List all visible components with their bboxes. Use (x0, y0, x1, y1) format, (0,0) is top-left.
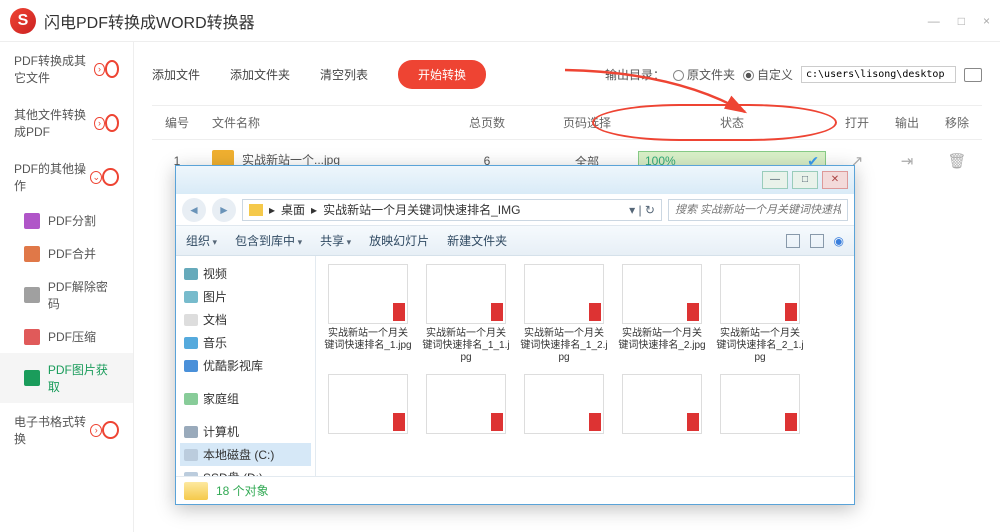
folder-icon (184, 482, 208, 500)
forward-button[interactable]: ► (212, 198, 236, 222)
file-item[interactable] (618, 374, 706, 438)
col-pages: 总页数 (432, 114, 542, 131)
tree-homegroup[interactable]: 家庭组 (180, 387, 311, 410)
col-filename: 文件名称 (202, 114, 432, 131)
add-file-button[interactable]: 添加文件 (152, 66, 200, 83)
app-logo-icon: S (10, 8, 36, 34)
address-bar[interactable]: ▸ 桌面▸ 实战新站一个月关键词快速排名_IMG ▾ | ↻ (242, 199, 662, 221)
explorer-toolbar: 组织 包含到库中 共享 放映幻灯片 新建文件夹 ◉ (176, 226, 854, 256)
chevron-icon: › (94, 63, 104, 76)
tree-computer[interactable]: 计算机 (180, 420, 311, 443)
file-item[interactable]: 实战新站一个月关键词快速排名_1_2.jpg (520, 264, 608, 364)
computer-icon (184, 426, 198, 438)
music-icon (184, 337, 198, 349)
titlebar: S 闪电PDF转换成WORD转换器 — □ × (0, 0, 1000, 42)
file-item[interactable]: 实战新站一个月关键词快速排名_1.jpg (324, 264, 412, 364)
sidebar-group-pdf-ops[interactable]: PDF的其他操作⌄ (0, 150, 133, 204)
sidebar: PDF转换成其它文件› 其他文件转换成PDF› PDF的其他操作⌄ PDF分割 … (0, 42, 134, 532)
explorer-minimize-button[interactable]: — (762, 171, 788, 189)
tree-youku[interactable]: 优酷影视库 (180, 354, 311, 377)
chevron-icon: › (94, 117, 104, 130)
delete-icon[interactable]: 🗑 (947, 153, 966, 170)
video-icon (184, 268, 198, 280)
explorer-maximize-button[interactable]: □ (792, 171, 818, 189)
col-number: 编号 (152, 114, 202, 131)
minimize-button[interactable]: — (928, 14, 940, 28)
new-folder-button[interactable]: 新建文件夹 (447, 232, 507, 249)
tree-music[interactable]: 音乐 (180, 331, 311, 354)
unlock-icon (24, 287, 40, 303)
col-output: 输出 (882, 114, 932, 131)
tree-videos[interactable]: 视频 (180, 262, 311, 285)
file-item[interactable] (324, 374, 412, 438)
docs-icon (184, 314, 198, 326)
sidebar-item-merge[interactable]: PDF合并 (0, 237, 133, 270)
pictures-icon (184, 291, 198, 303)
drive-icon (184, 449, 198, 461)
file-item[interactable] (520, 374, 608, 438)
output-path-input[interactable] (801, 66, 956, 83)
sidebar-group-other-to-pdf[interactable]: 其他文件转换成PDF› (0, 96, 133, 150)
tree-pictures[interactable]: 图片 (180, 285, 311, 308)
sidebar-group-ebook[interactable]: 电子书格式转换› (0, 403, 133, 457)
radio-source-folder[interactable]: 原文件夹 (673, 66, 735, 83)
explorer-tree: 视频 图片 文档 音乐 优酷影视库 家庭组 计算机 本地磁盘 (C:) SSD盘… (176, 256, 316, 476)
app-title: 闪电PDF转换成WORD转换器 (44, 9, 255, 33)
clear-list-button[interactable]: 清空列表 (320, 66, 368, 83)
explorer-files: 实战新站一个月关键词快速排名_1.jpg 实战新站一个月关键词快速排名_1_1.… (316, 256, 854, 476)
homegroup-icon (184, 393, 198, 405)
back-button[interactable]: ◄ (182, 198, 206, 222)
chevron-down-icon: ⌄ (90, 171, 102, 184)
tree-d-drive[interactable]: SSD盘 (D:) (180, 466, 311, 476)
sidebar-item-unlock[interactable]: PDF解除密码 (0, 270, 133, 320)
help-icon[interactable]: ◉ (834, 234, 844, 248)
share-menu[interactable]: 共享 (320, 232, 351, 249)
sidebar-item-compress[interactable]: PDF压缩 (0, 320, 133, 353)
col-open: 打开 (832, 114, 882, 131)
slideshow-button[interactable]: 放映幻灯片 (369, 232, 429, 249)
compress-icon (24, 329, 40, 345)
file-item[interactable]: 实战新站一个月关键词快速排名_2_1.jpg (716, 264, 804, 364)
explorer-window: — □ ✕ ◄ ► ▸ 桌面▸ 实战新站一个月关键词快速排名_IMG ▾ | ↻… (175, 165, 855, 505)
col-page-select: 页码选择 (542, 114, 632, 131)
organize-menu[interactable]: 组织 (186, 232, 217, 249)
explorer-search-input[interactable] (668, 199, 848, 221)
preview-pane-icon[interactable] (810, 234, 824, 248)
start-convert-button[interactable]: 开始转换 (398, 60, 486, 89)
merge-icon (24, 246, 40, 262)
file-item[interactable]: 实战新站一个月关键词快速排名_2.jpg (618, 264, 706, 364)
explorer-close-button[interactable]: ✕ (822, 171, 848, 189)
toolbar: 添加文件 添加文件夹 清空列表 开始转换 输出目录： 原文件夹 自定义 (152, 52, 982, 97)
tree-c-drive[interactable]: 本地磁盘 (C:) (180, 443, 311, 466)
add-folder-button[interactable]: 添加文件夹 (230, 66, 290, 83)
drive-icon (184, 472, 198, 477)
explorer-titlebar[interactable]: — □ ✕ (176, 166, 854, 194)
image-icon (24, 370, 40, 386)
output-dir-label: 输出目录： (605, 66, 665, 83)
output-icon[interactable]: ⇥ (901, 153, 914, 170)
browse-folder-icon[interactable] (964, 68, 982, 82)
col-remove: 移除 (932, 114, 982, 131)
split-icon (24, 213, 40, 229)
close-button[interactable]: × (983, 14, 990, 28)
file-item[interactable] (716, 374, 804, 438)
youku-icon (184, 360, 198, 372)
chevron-icon: › (90, 424, 102, 437)
col-status: 状态 (632, 114, 832, 131)
radio-custom-folder[interactable]: 自定义 (743, 66, 793, 83)
sidebar-item-extract-images[interactable]: PDF图片获取 (0, 353, 133, 403)
sidebar-group-pdf-to-other[interactable]: PDF转换成其它文件› (0, 42, 133, 96)
explorer-statusbar: 18 个对象 (176, 476, 854, 504)
file-item[interactable]: 实战新站一个月关键词快速排名_1_1.jpg (422, 264, 510, 364)
folder-icon (249, 204, 263, 216)
include-menu[interactable]: 包含到库中 (235, 232, 302, 249)
file-item[interactable] (422, 374, 510, 438)
sidebar-item-split[interactable]: PDF分割 (0, 204, 133, 237)
maximize-button[interactable]: □ (958, 14, 965, 28)
view-icon[interactable] (786, 234, 800, 248)
tree-documents[interactable]: 文档 (180, 308, 311, 331)
